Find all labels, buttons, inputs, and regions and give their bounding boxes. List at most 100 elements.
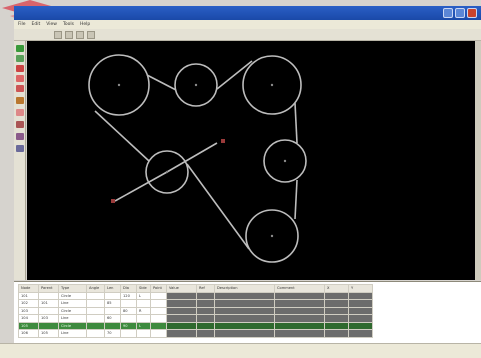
new-button[interactable] [54, 30, 62, 39]
arc-tool-icon[interactable] [16, 75, 24, 82]
table-cell[interactable] [196, 299, 215, 308]
table-cell[interactable]: 105 [38, 329, 59, 338]
table-cell[interactable] [196, 291, 215, 300]
table-cell[interactable] [274, 314, 325, 323]
table-cell[interactable] [120, 329, 137, 338]
table-cell[interactable] [86, 306, 105, 315]
menu-help[interactable]: Help [80, 22, 90, 27]
table-cell[interactable]: 103 [18, 306, 39, 315]
measure-tool-icon[interactable] [16, 97, 24, 104]
table-cell[interactable] [86, 291, 105, 300]
table-cell[interactable] [86, 329, 105, 338]
handle-marker[interactable] [111, 199, 115, 203]
circle-tool-icon[interactable] [16, 55, 24, 62]
table-cell[interactable] [104, 321, 121, 330]
menu-file[interactable]: File [18, 22, 26, 27]
table-cell[interactable] [38, 321, 59, 330]
table-cell[interactable]: 80 [120, 306, 137, 315]
table-cell[interactable]: 101 [38, 299, 59, 308]
menu-tools[interactable]: Tools [63, 22, 74, 27]
table-cell[interactable] [214, 306, 275, 315]
table-cell[interactable]: Circle [58, 291, 87, 300]
column-header[interactable]: Description [214, 284, 275, 293]
table-cell[interactable]: Line [58, 299, 87, 308]
table-cell[interactable]: Circle [58, 321, 87, 330]
table-cell[interactable]: 104 [18, 314, 39, 323]
column-header[interactable]: Len [104, 284, 121, 293]
pencil-tool-icon[interactable] [16, 133, 24, 140]
table-cell[interactable]: 85 [104, 299, 121, 308]
table-cell[interactable] [348, 314, 373, 323]
table-cell[interactable] [214, 291, 275, 300]
table-cell[interactable] [274, 329, 325, 338]
table-cell[interactable] [196, 321, 215, 330]
table-cell[interactable]: 90 [120, 321, 137, 330]
table-cell[interactable] [214, 314, 275, 323]
table-cell[interactable] [86, 314, 105, 323]
table-cell[interactable] [324, 306, 349, 315]
table-cell[interactable] [324, 329, 349, 338]
table-cell[interactable] [150, 306, 167, 315]
text-tool-icon[interactable] [16, 121, 24, 128]
table-cell[interactable] [274, 299, 325, 308]
table-cell[interactable]: Circle [58, 306, 87, 315]
table-cell[interactable] [196, 314, 215, 323]
table-cell[interactable] [196, 329, 215, 338]
table-cell[interactable]: 102 [18, 299, 39, 308]
zoom-button[interactable] [87, 30, 95, 39]
table-cell[interactable] [274, 306, 325, 315]
table-cell[interactable]: 103 [38, 314, 59, 323]
table-cell[interactable] [166, 321, 197, 330]
table-cell[interactable] [166, 291, 197, 300]
table-cell[interactable] [120, 314, 137, 323]
table-cell[interactable]: 105 [18, 321, 39, 330]
column-header[interactable]: Angle [86, 284, 105, 293]
table-cell[interactable]: 70 [104, 329, 121, 338]
table-cell[interactable]: L [136, 291, 151, 300]
table-cell[interactable] [166, 306, 197, 315]
table-row[interactable]: 103 Circle 80 R [18, 306, 373, 315]
open-button[interactable] [65, 30, 73, 39]
move-tool-icon[interactable] [16, 85, 24, 92]
table-cell[interactable] [274, 291, 325, 300]
belt-segment[interactable] [186, 163, 250, 250]
belt-segment[interactable] [114, 171, 168, 202]
belt-segment[interactable] [166, 142, 218, 173]
table-cell[interactable] [150, 314, 167, 323]
table-cell[interactable]: 101 [18, 291, 39, 300]
select-tool-icon[interactable] [16, 45, 24, 52]
column-header[interactable]: Ref [196, 284, 215, 293]
table-cell[interactable] [104, 291, 121, 300]
table-cell[interactable]: 106 [18, 329, 39, 338]
table-cell[interactable] [214, 321, 275, 330]
table-cell[interactable] [86, 299, 105, 308]
table-cell[interactable] [136, 314, 151, 323]
belt-segment[interactable] [294, 102, 298, 144]
table-row[interactable]: 105 Circle 90 L [18, 321, 373, 330]
column-header[interactable]: Side [136, 284, 151, 293]
belt-segment[interactable] [94, 110, 150, 162]
column-header[interactable]: Dia [120, 284, 137, 293]
table-cell[interactable] [348, 291, 373, 300]
table-row[interactable]: 102 101 Line 85 [18, 299, 373, 308]
table-cell[interactable] [166, 329, 197, 338]
belt-segment[interactable] [216, 60, 253, 90]
table-cell[interactable] [150, 329, 167, 338]
table-cell[interactable]: 120 [120, 291, 137, 300]
table-cell[interactable]: Line [58, 329, 87, 338]
table-cell[interactable] [324, 299, 349, 308]
table-cell[interactable] [104, 306, 121, 315]
vertical-scrollbar[interactable] [475, 41, 481, 280]
table-cell[interactable] [324, 314, 349, 323]
column-header[interactable]: Parent [38, 284, 59, 293]
table-cell[interactable] [196, 306, 215, 315]
table-row[interactable]: 104 103 Line 60 [18, 314, 373, 323]
table-cell[interactable] [274, 321, 325, 330]
table-cell[interactable] [348, 321, 373, 330]
table-cell[interactable] [324, 321, 349, 330]
table-cell[interactable]: L [136, 321, 151, 330]
delete-tool-icon[interactable] [16, 109, 24, 116]
belt-segment[interactable] [294, 179, 298, 220]
line-tool-icon[interactable] [16, 65, 24, 72]
table-cell[interactable]: Line [58, 314, 87, 323]
